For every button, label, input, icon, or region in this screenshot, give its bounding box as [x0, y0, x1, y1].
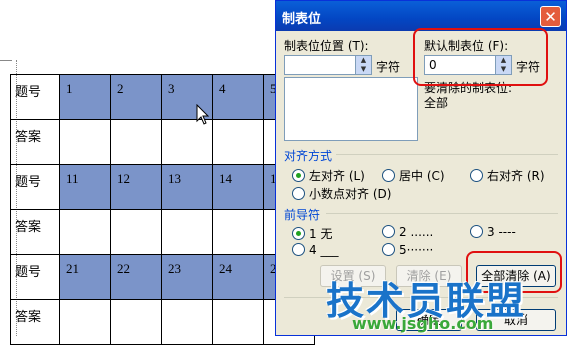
- radio-icon: [470, 169, 483, 182]
- question-number-cell[interactable]: 1: [59, 74, 111, 120]
- answer-cell[interactable]: [59, 299, 111, 345]
- row-label: 题号: [10, 164, 60, 210]
- answer-cell[interactable]: [212, 299, 264, 345]
- dialog-titlebar: 制表位 ✕: [276, 1, 566, 31]
- divider: [336, 154, 558, 155]
- close-icon: ✕: [544, 8, 557, 26]
- answer-cell[interactable]: [161, 299, 213, 345]
- radio-selected-icon: [292, 169, 305, 182]
- answer-cell[interactable]: [110, 119, 162, 165]
- question-number-cell[interactable]: 4: [212, 74, 264, 120]
- ruler-guide-top: [0, 60, 12, 61]
- table-row: 答案: [10, 119, 315, 165]
- answer-cell[interactable]: [59, 119, 111, 165]
- table-row: 题号 1 2 3 4 5: [10, 74, 315, 120]
- align-center-radio[interactable]: 居中 (C): [382, 167, 445, 184]
- answer-cell[interactable]: [161, 119, 213, 165]
- answer-cell[interactable]: [110, 299, 162, 345]
- question-number-cell[interactable]: 23: [161, 254, 213, 300]
- leader-1-radio[interactable]: 1 无: [292, 225, 332, 242]
- radio-icon: [292, 243, 305, 256]
- answer-cell[interactable]: [161, 209, 213, 255]
- answer-cell[interactable]: [212, 209, 264, 255]
- radio-icon: [382, 169, 395, 182]
- align-right-radio[interactable]: 右对齐 (R): [470, 167, 545, 184]
- spin-arrows-icon[interactable]: ▲ ▼: [355, 56, 371, 74]
- tab-position-label: 制表位位置 (T):: [284, 39, 369, 53]
- table-row: 题号1112131415: [10, 164, 315, 210]
- question-number-cell[interactable]: 2: [110, 74, 162, 120]
- question-number-cell[interactable]: 22: [110, 254, 162, 300]
- annotation-highlight-box: [413, 28, 548, 86]
- watermark-url: www.jsgho.com: [352, 314, 494, 333]
- radio-icon: [382, 225, 395, 238]
- table-row: 答案: [10, 299, 315, 345]
- mouse-cursor-icon: [196, 104, 210, 125]
- row-label: 答案: [10, 209, 60, 255]
- question-number-cell[interactable]: 14: [212, 164, 264, 210]
- row-label: 题号: [10, 254, 60, 300]
- tab-position-input[interactable]: ▲ ▼: [284, 55, 372, 75]
- align-left-radio[interactable]: 左对齐 (L): [292, 167, 365, 184]
- row-label: 答案: [10, 299, 60, 345]
- radio-icon: [382, 243, 395, 256]
- answer-cell[interactable]: [110, 209, 162, 255]
- dialog-title: 制表位: [282, 12, 322, 27]
- divider: [326, 213, 558, 214]
- radio-icon: [292, 187, 305, 200]
- row-label: 题号: [10, 74, 60, 120]
- row-label: 答案: [10, 119, 60, 165]
- leader-5-radio[interactable]: 5·······: [382, 243, 433, 257]
- answer-cell[interactable]: [59, 209, 111, 255]
- radio-icon: [470, 225, 483, 238]
- question-number-cell[interactable]: 11: [59, 164, 111, 210]
- document-table: 题号12345答案题号1112131415答案题号2122232425答案: [10, 74, 315, 345]
- leader-2-radio[interactable]: 2 ......: [382, 225, 433, 239]
- leader-3-radio[interactable]: 3 ----: [470, 225, 516, 239]
- question-number-cell[interactable]: 13: [161, 164, 213, 210]
- question-number-cell[interactable]: 12: [110, 164, 162, 210]
- leader-4-radio[interactable]: 4 ___: [292, 243, 338, 257]
- table-row: 答案: [10, 209, 315, 255]
- tab-stops-list[interactable]: [284, 77, 418, 141]
- to-clear-value: 全部: [424, 96, 449, 110]
- leader-group-label: 前导符: [284, 208, 321, 222]
- table-row: 题号2122232425: [10, 254, 315, 300]
- align-decimal-radio[interactable]: 小数点对齐 (D): [292, 185, 391, 202]
- tab-position-unit: 字符: [376, 60, 401, 74]
- radio-selected-icon: [292, 227, 305, 240]
- answer-cell[interactable]: [212, 119, 264, 165]
- question-number-cell[interactable]: 24: [212, 254, 264, 300]
- question-number-cell[interactable]: 21: [59, 254, 111, 300]
- alignment-group-label: 对齐方式: [284, 149, 333, 163]
- close-button[interactable]: ✕: [540, 6, 561, 27]
